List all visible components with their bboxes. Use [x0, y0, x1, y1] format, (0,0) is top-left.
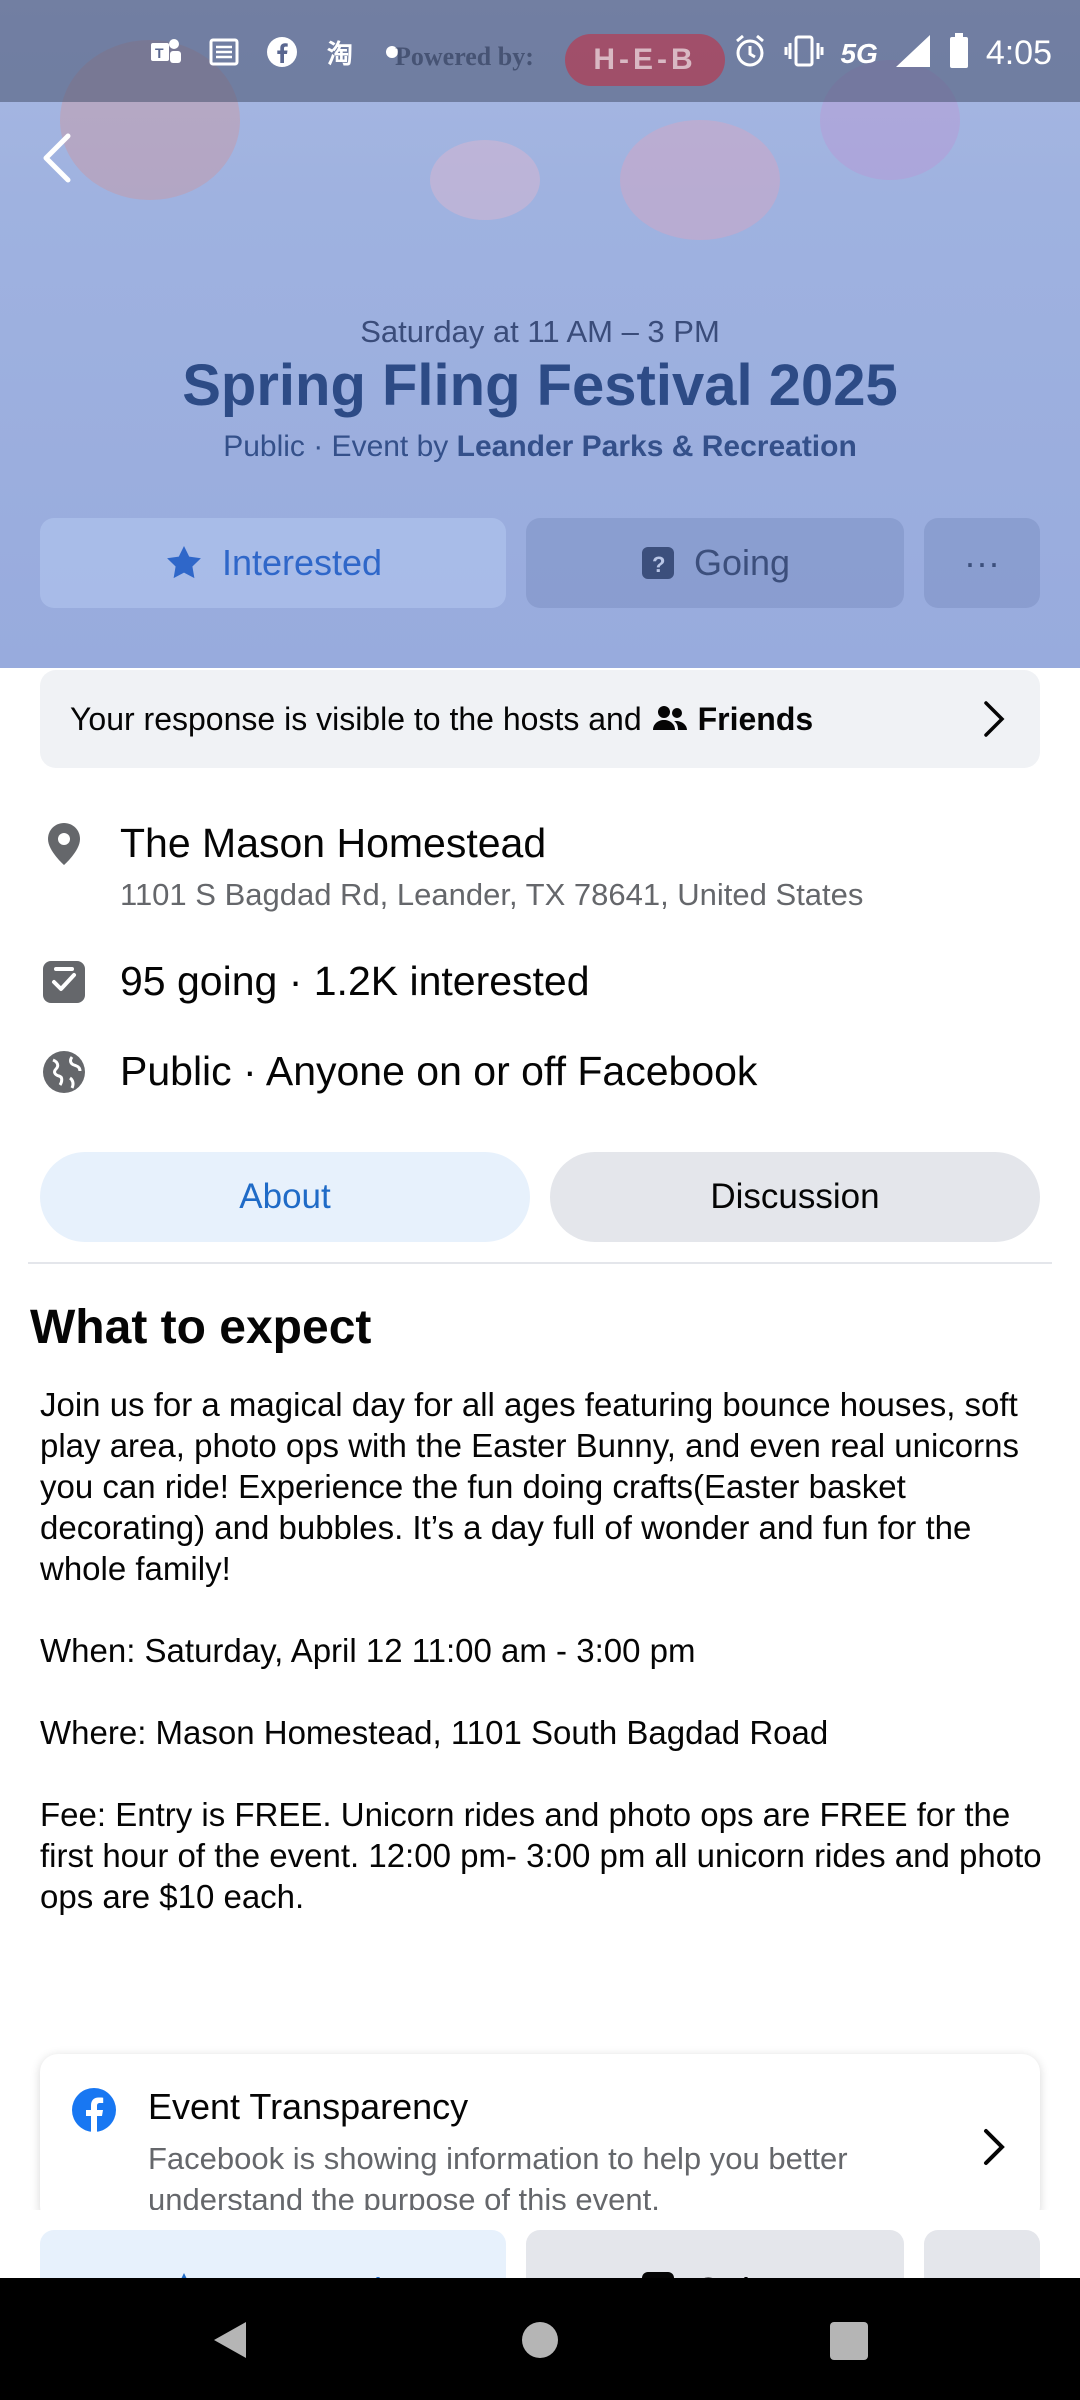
teams-icon: T: [148, 34, 184, 70]
vibrate-icon: [784, 33, 824, 74]
sticky-more-button[interactable]: ···: [924, 2230, 1040, 2278]
event-privacy-prefix: Public · Event by: [223, 430, 457, 463]
description-when: When: Saturday, April 12 11:00 am - 3:00…: [40, 1632, 696, 1669]
taobao-icon: 淘: [326, 38, 353, 69]
tab-discussion[interactable]: Discussion: [550, 1152, 1040, 1242]
description-fee: Fee: Entry is FREE. Unicorn rides and ph…: [40, 1796, 1042, 1915]
privacy-row: Public · Anyone on or off Facebook: [40, 1048, 1040, 1096]
back-button[interactable]: [36, 128, 80, 188]
sticky-interested-button[interactable]: Interested: [40, 2230, 506, 2278]
sticky-going-label: Going: [694, 2270, 790, 2278]
interested-button[interactable]: Interested: [40, 518, 506, 608]
visibility-audience: Friends: [697, 700, 814, 737]
event-transparency-card[interactable]: Event Transparency Facebook is showing i…: [40, 2054, 1040, 2224]
location-address: 1101 S Bagdad Rd, Leander, TX 78641, Uni…: [120, 877, 864, 912]
transparency-title: Event Transparency: [148, 2086, 469, 2127]
star-icon: [181, 2273, 187, 2278]
response-visibility-banner[interactable]: Your response is visible to the hosts an…: [40, 670, 1040, 768]
more-icon: ···: [964, 2270, 1000, 2278]
event-date-time: Saturday at 11 AM – 3 PM: [360, 314, 720, 349]
going-button[interactable]: ? Going: [526, 518, 904, 608]
event-cover: T 淘 Powered by: H-E-B 5G 4:05 Saturday a…: [0, 0, 1080, 668]
cover-ad-brand: H-E-B: [565, 34, 725, 86]
event-host-link[interactable]: Leander Parks & Recreation: [457, 430, 857, 463]
section-title: What to expect: [30, 1301, 372, 1354]
question-ticket-icon: ?: [641, 547, 674, 579]
chevron-right-icon: [984, 2129, 1005, 2165]
sticky-going-button[interactable]: ? Going: [526, 2230, 904, 2278]
facebook-icon: [264, 34, 300, 70]
alarm-icon: [732, 33, 768, 74]
svg-text:T: T: [155, 45, 164, 61]
signal-icon: [894, 33, 932, 74]
more-icon: ···: [964, 542, 1000, 583]
location-row[interactable]: The Mason Homestead 1101 S Bagdad Rd, Le…: [40, 820, 1040, 913]
system-navigation-bar: [0, 2278, 1080, 2400]
attendance-row[interactable]: 95 going · 1.2K interested: [40, 958, 1040, 1006]
event-action-row: Interested ? Going ···: [40, 518, 1040, 608]
nav-back-icon[interactable]: [210, 2320, 250, 2360]
network-type: 5G: [840, 37, 878, 69]
friends-icon: [652, 706, 687, 730]
interested-label: Interested: [221, 542, 383, 583]
back-arrow-icon: [43, 133, 71, 183]
visibility-text: Your response is visible to the hosts an…: [70, 700, 642, 737]
event-host-line: Public · Event by Leander Parks & Recrea…: [0, 430, 1080, 464]
cover-ad-text: Powered by:: [395, 42, 534, 71]
facebook-logo-icon: [72, 2088, 116, 2132]
event-title: Spring Fling Festival 2025: [182, 353, 898, 418]
cover-decoration: [430, 140, 540, 220]
status-bar: T 淘 Powered by: H-E-B 5G 4:05: [0, 0, 1080, 102]
nav-home-icon[interactable]: [522, 2322, 558, 2358]
star-icon: [167, 546, 201, 579]
cover-decoration: [620, 120, 780, 240]
transparency-subtitle: Facebook is showing information to help …: [148, 2141, 848, 2217]
divider: [28, 1262, 1052, 1264]
nav-recents-icon[interactable]: [830, 2322, 868, 2360]
globe-icon: [43, 1051, 85, 1093]
event-tabs: About Discussion: [40, 1152, 1040, 1242]
question-ticket-icon: ?: [641, 2272, 674, 2278]
svg-text:?: ?: [652, 552, 665, 577]
description-where: Where: Mason Homestead, 1101 South Bagda…: [40, 1714, 829, 1751]
attendance-count: 95 going · 1.2K interested: [120, 958, 590, 1004]
going-label: Going: [693, 542, 791, 583]
clock: 4:05: [985, 34, 1052, 72]
event-description: Join us for a magical day for all ages f…: [40, 1384, 1050, 1958]
sticky-interested-label: Interested: [222, 2270, 382, 2278]
location-pin-icon: [48, 823, 80, 865]
sticky-action-bar: Interested ? Going ···: [0, 2210, 1080, 2278]
privacy-text: Public · Anyone on or off Facebook: [120, 1048, 758, 1094]
description-paragraph: Join us for a magical day for all ages f…: [40, 1386, 1019, 1587]
chevron-right-icon: [984, 701, 1005, 737]
location-name: The Mason Homestead: [120, 820, 547, 866]
guest-list-icon: [43, 961, 85, 1003]
tab-about[interactable]: About: [40, 1152, 530, 1242]
more-options-button[interactable]: ···: [924, 518, 1040, 608]
battery-icon: [948, 32, 970, 75]
news-icon: [206, 34, 242, 70]
